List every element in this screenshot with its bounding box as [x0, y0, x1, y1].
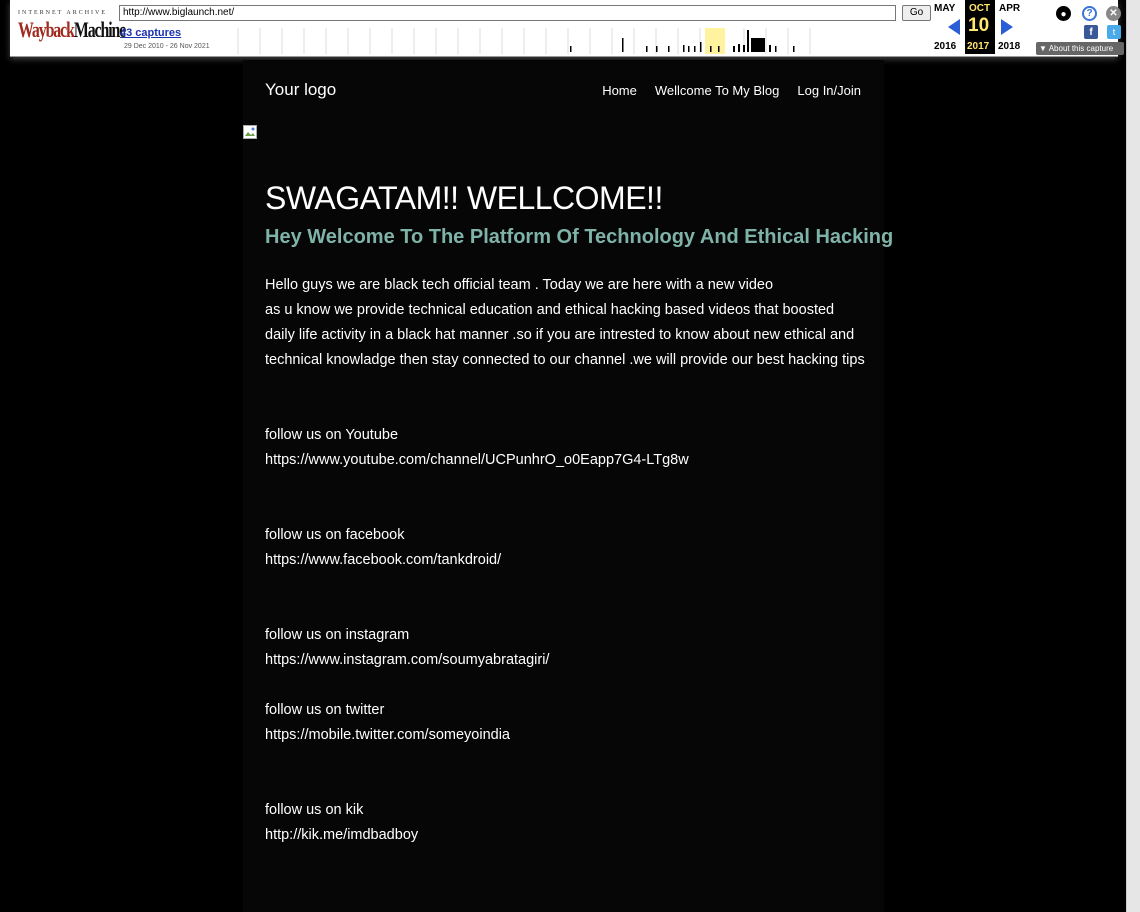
social-label-twitter: follow us on twitter [265, 702, 385, 718]
wayback-logo[interactable]: INTERNET ARCHIVE WaybackMachine [16, 8, 126, 48]
prev-month[interactable]: MAY [934, 3, 955, 14]
site-logo[interactable]: Your logo [265, 80, 336, 100]
current-day: 10 [968, 15, 990, 36]
capture-sparkline[interactable] [228, 28, 930, 54]
next-capture-arrow-icon[interactable] [1001, 19, 1013, 35]
nav-item-blog[interactable]: Wellcome To My Blog [655, 83, 780, 98]
nav-item-home[interactable]: Home [602, 83, 637, 98]
wayback-toolbar: INTERNET ARCHIVE WaybackMachine http://w… [10, 0, 1124, 57]
go-button[interactable]: Go [902, 5, 931, 21]
social-label-youtube: follow us on Youtube [265, 427, 399, 443]
current-year: 2017 [967, 41, 990, 52]
wayback-logo-main: WaybackMachine [18, 17, 126, 42]
main-nav: Home Wellcome To My Blog Log In/Join [602, 83, 861, 98]
prev-year[interactable]: 2016 [934, 41, 956, 52]
social-link-kik[interactable]: http://kik.me/imdbadboy [265, 823, 865, 848]
social-link-youtube[interactable]: https://www.youtube.com/channel/UCPunhrO… [265, 448, 865, 473]
wayback-logo-top: INTERNET ARCHIVE [18, 10, 108, 16]
social-link-facebook[interactable]: https://www.facebook.com/tankdroid/ [265, 548, 865, 573]
twitter-icon[interactable]: t [1107, 25, 1121, 39]
next-month[interactable]: APR [999, 3, 1020, 14]
site-container: Your logo Home Wellcome To My Blog Log I… [243, 60, 893, 912]
close-icon[interactable]: ✕ [1106, 6, 1121, 21]
wayback-url-input[interactable]: http://www.biglaunch.net/ [119, 5, 896, 21]
prev-capture-arrow-icon[interactable] [948, 19, 960, 35]
page-content: Hello guys we are black tech official te… [265, 273, 865, 848]
captures-link[interactable]: 43 captures [120, 27, 181, 39]
capture-date-range: 29 Dec 2010 - 26 Nov 2021 [124, 43, 210, 50]
user-icon[interactable]: ● [1056, 6, 1071, 21]
social-label-kik: follow us on kik [265, 802, 364, 818]
current-month: OCT [969, 3, 991, 14]
wayback-calendar: MAY OCT 10 APR 2016 2017 2018 ● ? ✕ f t … [932, 0, 1124, 57]
social-link-twitter[interactable]: https://mobile.twitter.com/someyoindia [265, 723, 865, 748]
social-link-instagram[interactable]: https://www.instagram.com/soumyabratagir… [265, 648, 865, 673]
intro-text: Hello guys we are black tech official te… [265, 277, 865, 368]
about-capture-button[interactable]: ▼ About this capture [1036, 42, 1124, 55]
facebook-icon[interactable]: f [1084, 25, 1098, 39]
social-label-facebook: follow us on facebook [265, 527, 405, 543]
broken-image-icon [243, 125, 257, 139]
scrollbar[interactable] [1126, 0, 1140, 912]
nav-item-login[interactable]: Log In/Join [797, 83, 861, 98]
help-icon[interactable]: ? [1082, 6, 1097, 21]
page-title: SWAGATAM!! WELLCOME!! [265, 180, 663, 216]
page-subtitle: Hey Welcome To The Platform Of Technolog… [265, 226, 894, 248]
social-label-instagram: follow us on instagram [265, 627, 410, 643]
next-year[interactable]: 2018 [998, 41, 1020, 52]
